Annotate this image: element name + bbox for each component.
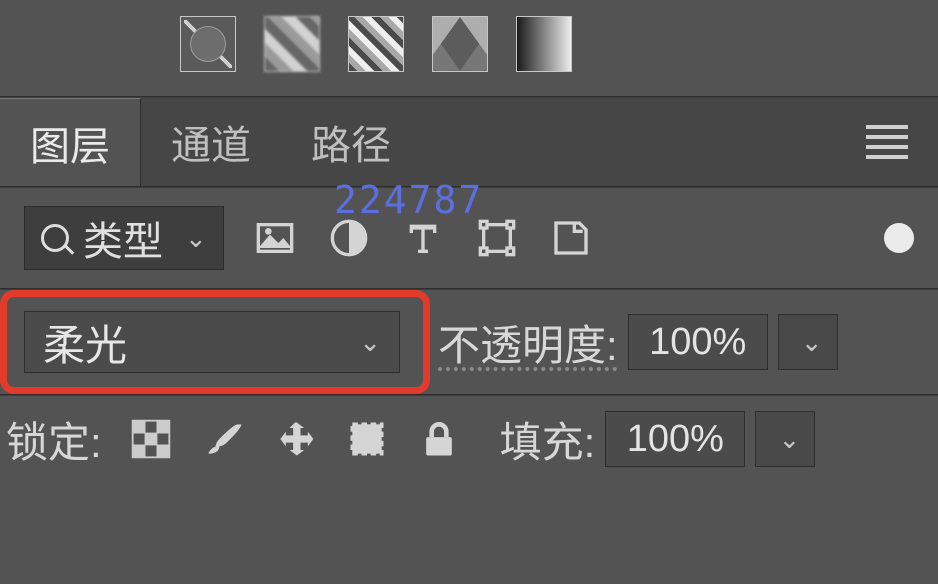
opacity-dropdown-button[interactable]: ⌄	[778, 314, 838, 370]
fill-value-input[interactable]: 100%	[605, 411, 745, 467]
lock-artboard-icon[interactable]	[344, 416, 390, 462]
fill-dropdown-button[interactable]: ⌄	[755, 411, 815, 467]
lock-brush-icon[interactable]	[200, 416, 246, 462]
tab-layers[interactable]: 图层	[0, 98, 141, 186]
preset-blur-stripes-icon[interactable]	[264, 16, 320, 72]
blend-mode-row: 柔光 ⌄ 不透明度: 100% ⌄	[0, 290, 938, 394]
panel-menu-icon[interactable]	[866, 125, 908, 159]
preset-gradient-icon[interactable]	[516, 16, 572, 72]
chevron-down-icon: ⌄	[185, 223, 207, 254]
filter-smartobject-icon[interactable]	[548, 215, 594, 261]
tab-paths[interactable]: 路径	[281, 98, 421, 186]
preset-envelope-icon[interactable]	[432, 16, 488, 72]
tab-channels[interactable]: 通道	[141, 98, 281, 186]
layer-filter-row: 224787 类型 ⌄	[0, 188, 938, 288]
lock-fill-row: 锁定: 填充: 100% ⌄	[0, 396, 938, 482]
chevron-down-icon: ⌄	[778, 424, 800, 455]
opacity-control: 不透明度: 100% ⌄	[438, 312, 838, 373]
tab-bar-spacer	[421, 98, 938, 186]
style-preset-toolbar	[0, 0, 938, 96]
fill-label[interactable]: 填充:	[500, 409, 596, 470]
filter-adjustment-icon[interactable]	[326, 215, 372, 261]
lock-transparency-icon[interactable]	[128, 416, 174, 462]
filter-shape-icon[interactable]	[474, 215, 520, 261]
filter-pixel-icon[interactable]	[252, 215, 298, 261]
filter-type-text-icon[interactable]	[400, 215, 446, 261]
filter-type-label: 类型	[83, 209, 163, 267]
lock-all-icon[interactable]	[416, 416, 462, 462]
lock-label: 锁定:	[6, 409, 102, 470]
blend-mode-dropdown-wrap: 柔光 ⌄	[0, 290, 400, 394]
blend-mode-value: 柔光	[43, 312, 127, 373]
opacity-label[interactable]: 不透明度:	[438, 312, 618, 373]
search-icon	[41, 224, 69, 252]
opacity-value-input[interactable]: 100%	[628, 314, 768, 370]
chevron-down-icon: ⌄	[801, 327, 823, 358]
blend-mode-dropdown[interactable]: 柔光 ⌄	[24, 311, 400, 373]
lock-position-icon[interactable]	[272, 416, 318, 462]
panel-tabs: 图层 通道 路径	[0, 98, 938, 186]
fill-control: 填充: 100% ⌄	[500, 409, 816, 470]
preset-no-style-icon[interactable]	[180, 16, 236, 72]
preset-sharp-stripes-icon[interactable]	[348, 16, 404, 72]
chevron-down-icon: ⌄	[359, 327, 381, 358]
filter-type-dropdown[interactable]: 类型 ⌄	[24, 206, 224, 270]
filter-toggle-switch[interactable]	[884, 223, 914, 253]
